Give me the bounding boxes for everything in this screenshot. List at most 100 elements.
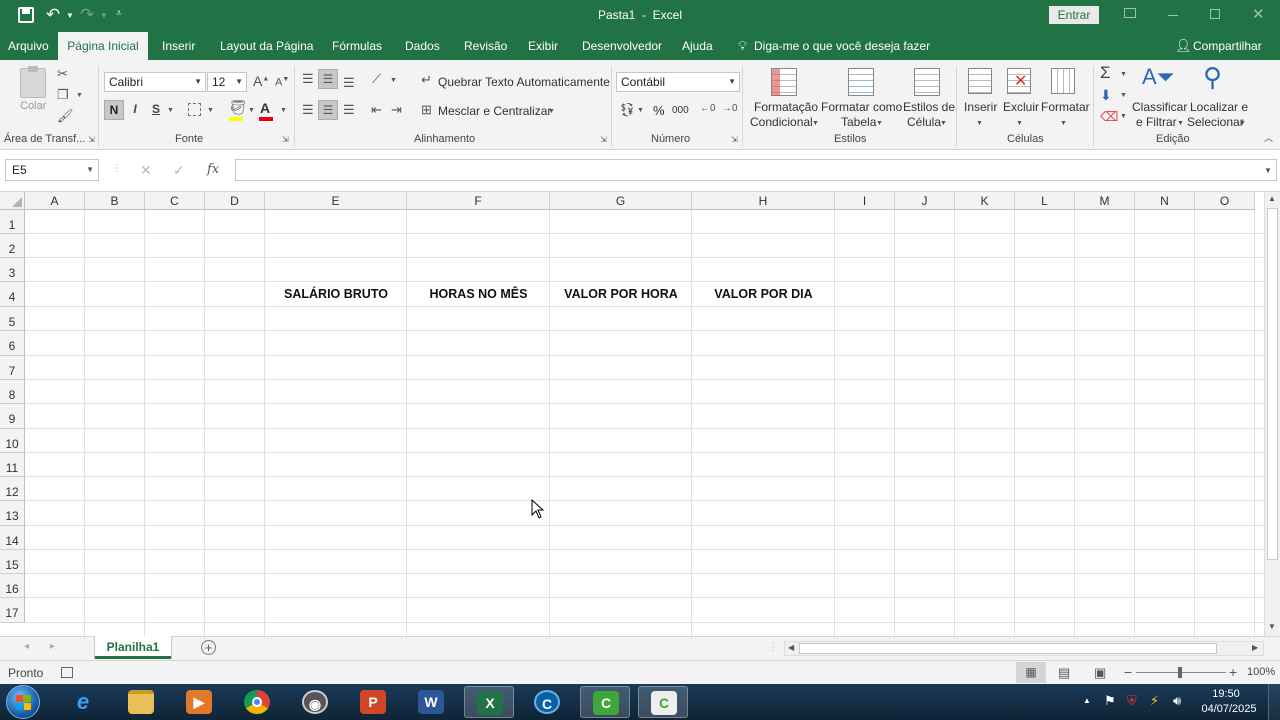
find-select-icon[interactable]: ⚲ — [1203, 64, 1222, 90]
sheet-tab-planilha1[interactable]: Planilha1 — [95, 636, 171, 659]
taskbar-powerpoint[interactable]: P — [348, 686, 398, 718]
conditional-format-line2[interactable]: Condicional — [750, 115, 813, 129]
redo-dropdown-icon[interactable]: ▼ — [100, 11, 108, 20]
taskbar-chrome[interactable] — [232, 686, 282, 718]
wrap-text-icon[interactable]: ↵ — [421, 73, 432, 86]
row-header-2[interactable]: 2 — [0, 234, 25, 258]
cut-icon[interactable]: ✂ — [57, 67, 68, 80]
row-header-17[interactable]: 17 — [0, 598, 25, 623]
horizontal-scroll-thumb[interactable] — [799, 643, 1217, 654]
close-icon[interactable]: ✕ — [1252, 5, 1265, 23]
column-header-l[interactable]: L — [1015, 192, 1075, 210]
paste-label[interactable]: Colar — [20, 100, 46, 112]
formula-bar-menu-icon[interactable]: ⋮ — [112, 163, 122, 174]
format-table-icon[interactable] — [848, 68, 874, 96]
format-cells-icon[interactable] — [1051, 68, 1075, 94]
confirm-entry-icon[interactable]: ✓ — [173, 162, 185, 179]
undo-icon[interactable]: ↶ — [46, 5, 60, 25]
row-header-10[interactable]: 10 — [0, 429, 25, 453]
tab-revisao[interactable]: Revisão — [464, 32, 507, 60]
align-right-icon[interactable]: ☰ — [343, 103, 355, 116]
cell-styles-line2[interactable]: Célula — [907, 115, 941, 129]
tab-split-handle[interactable]: ⋮ — [768, 642, 778, 653]
security-icon[interactable]: ⛨ — [1127, 693, 1137, 709]
fill-dropdown-icon[interactable]: ▼ — [248, 107, 255, 114]
column-header-d[interactable]: D — [205, 192, 265, 210]
format-painter-icon[interactable]: 🖌︎ — [57, 109, 74, 122]
zoom-slider-thumb[interactable] — [1178, 667, 1182, 678]
increase-font-icon[interactable]: A▲ — [253, 74, 269, 88]
insert-cells-button[interactable]: Inserir — [964, 100, 997, 114]
row-header-14[interactable]: 14 — [0, 526, 25, 550]
conditional-format-icon[interactable] — [771, 68, 797, 96]
fill-dropdown-icon[interactable]: ▼ — [1120, 92, 1127, 99]
number-launcher-icon[interactable]: ⇲ — [731, 136, 738, 144]
row-header-9[interactable]: 9 — [0, 404, 25, 429]
insert-dropdown-icon[interactable]: ▼ — [976, 120, 983, 127]
format-cells-button[interactable]: Formatar — [1041, 100, 1090, 114]
zoom-slider[interactable] — [1136, 667, 1226, 678]
cell-styles-dropdown-icon[interactable]: ▼ — [940, 120, 947, 127]
column-header-b[interactable]: B — [85, 192, 145, 210]
add-sheet-icon[interactable]: + — [201, 640, 216, 655]
select-all-corner[interactable] — [0, 192, 25, 210]
taskbar-media[interactable]: ▶ — [174, 686, 224, 718]
borders-icon[interactable] — [188, 103, 201, 116]
increase-decimal-icon[interactable]: ←0 — [700, 104, 716, 114]
maximize-icon[interactable] — [1210, 9, 1220, 19]
normal-view-icon[interactable]: ▦ — [1016, 662, 1046, 683]
tab-exibir[interactable]: Exibir — [528, 32, 558, 60]
page-layout-view-icon[interactable]: ▤ — [1058, 665, 1070, 681]
column-header-m[interactable]: M — [1075, 192, 1135, 210]
taskbar-ie[interactable]: e — [58, 686, 108, 718]
collapse-ribbon-icon[interactable]: ︿ — [1264, 134, 1273, 143]
sort-filter-icon[interactable]: A⏷ — [1142, 66, 1174, 88]
volume-icon[interactable]: 🔊︎ — [1173, 693, 1181, 709]
macro-record-icon[interactable] — [61, 667, 73, 678]
row-header-13[interactable]: 13 — [0, 501, 25, 526]
wrap-text-button[interactable]: Quebrar Texto Automaticamente — [438, 75, 610, 89]
tab-dados[interactable]: Dados — [405, 32, 440, 60]
name-box[interactable]: E5 ▼ — [5, 159, 99, 181]
font-size-select[interactable]: 12 ▼ — [207, 72, 247, 92]
find-select-line2[interactable]: Selecionar — [1187, 115, 1244, 129]
show-desktop-button[interactable] — [1268, 684, 1280, 720]
clock-time[interactable]: 19:50 — [1196, 688, 1256, 700]
fill-color-icon[interactable]: 🪣︎ — [229, 100, 247, 114]
align-left-icon[interactable]: ☰ — [302, 103, 314, 116]
row-header-1[interactable]: 1 — [0, 210, 25, 234]
tab-inserir[interactable]: Inserir — [162, 32, 195, 60]
worksheet-grid[interactable]: ABCDEFGHIJKLMNO 1 2 3 4 5 6 7 8 9 10 11 12 13 14 15 16 1… — [0, 192, 1264, 636]
next-sheet-icon[interactable]: ▸ — [50, 641, 55, 652]
autosum-dropdown-icon[interactable]: ▼ — [1120, 71, 1127, 78]
scroll-down-icon[interactable]: ▼ — [1268, 622, 1276, 631]
cell-g4[interactable]: VALOR POR HORA — [550, 287, 692, 301]
undo-dropdown-icon[interactable]: ▼ — [66, 11, 74, 20]
format-table-dropdown-icon[interactable]: ▼ — [876, 120, 883, 127]
row-header-15[interactable]: 15 — [0, 550, 25, 574]
font-name-select[interactable]: Calibri ▼ — [104, 72, 206, 92]
cell-e4[interactable]: SALÁRIO BRUTO — [265, 287, 407, 301]
taskbar-camtasia-blue[interactable]: C — [522, 686, 572, 718]
align-middle-icon[interactable]: ☰ — [318, 69, 338, 89]
cell-h4[interactable]: VALOR POR DIA — [692, 287, 835, 301]
scroll-left-icon[interactable]: ◀ — [788, 643, 794, 652]
row-header-3[interactable]: 3 — [0, 258, 25, 282]
accounting-format-icon[interactable]: 💱︎ — [619, 103, 636, 116]
row-header-5[interactable]: 5 — [0, 307, 25, 331]
merge-center-button[interactable]: Mesclar e Centralizar — [438, 104, 551, 118]
row-header-6[interactable]: 6 — [0, 331, 25, 356]
row-header-8[interactable]: 8 — [0, 380, 25, 404]
align-center-icon[interactable]: ☰ — [318, 100, 338, 120]
find-select-line1[interactable]: Localizar e — [1190, 100, 1248, 114]
column-header-j[interactable]: J — [895, 192, 955, 210]
italic-button[interactable]: I — [128, 102, 142, 116]
taskbar-app[interactable]: ◉ — [290, 686, 340, 718]
cell-f4[interactable]: HORAS NO MÊS — [407, 287, 550, 301]
conditional-format-line1[interactable]: Formatação — [754, 100, 818, 114]
clear-icon[interactable]: ⌫ — [1100, 110, 1118, 123]
find-dropdown-icon[interactable]: ▼ — [1239, 120, 1246, 127]
scroll-up-icon[interactable]: ▲ — [1268, 194, 1276, 203]
number-format-select[interactable]: Contábil ▼ — [616, 72, 740, 92]
tab-layout[interactable]: Layout da Página — [220, 32, 313, 60]
